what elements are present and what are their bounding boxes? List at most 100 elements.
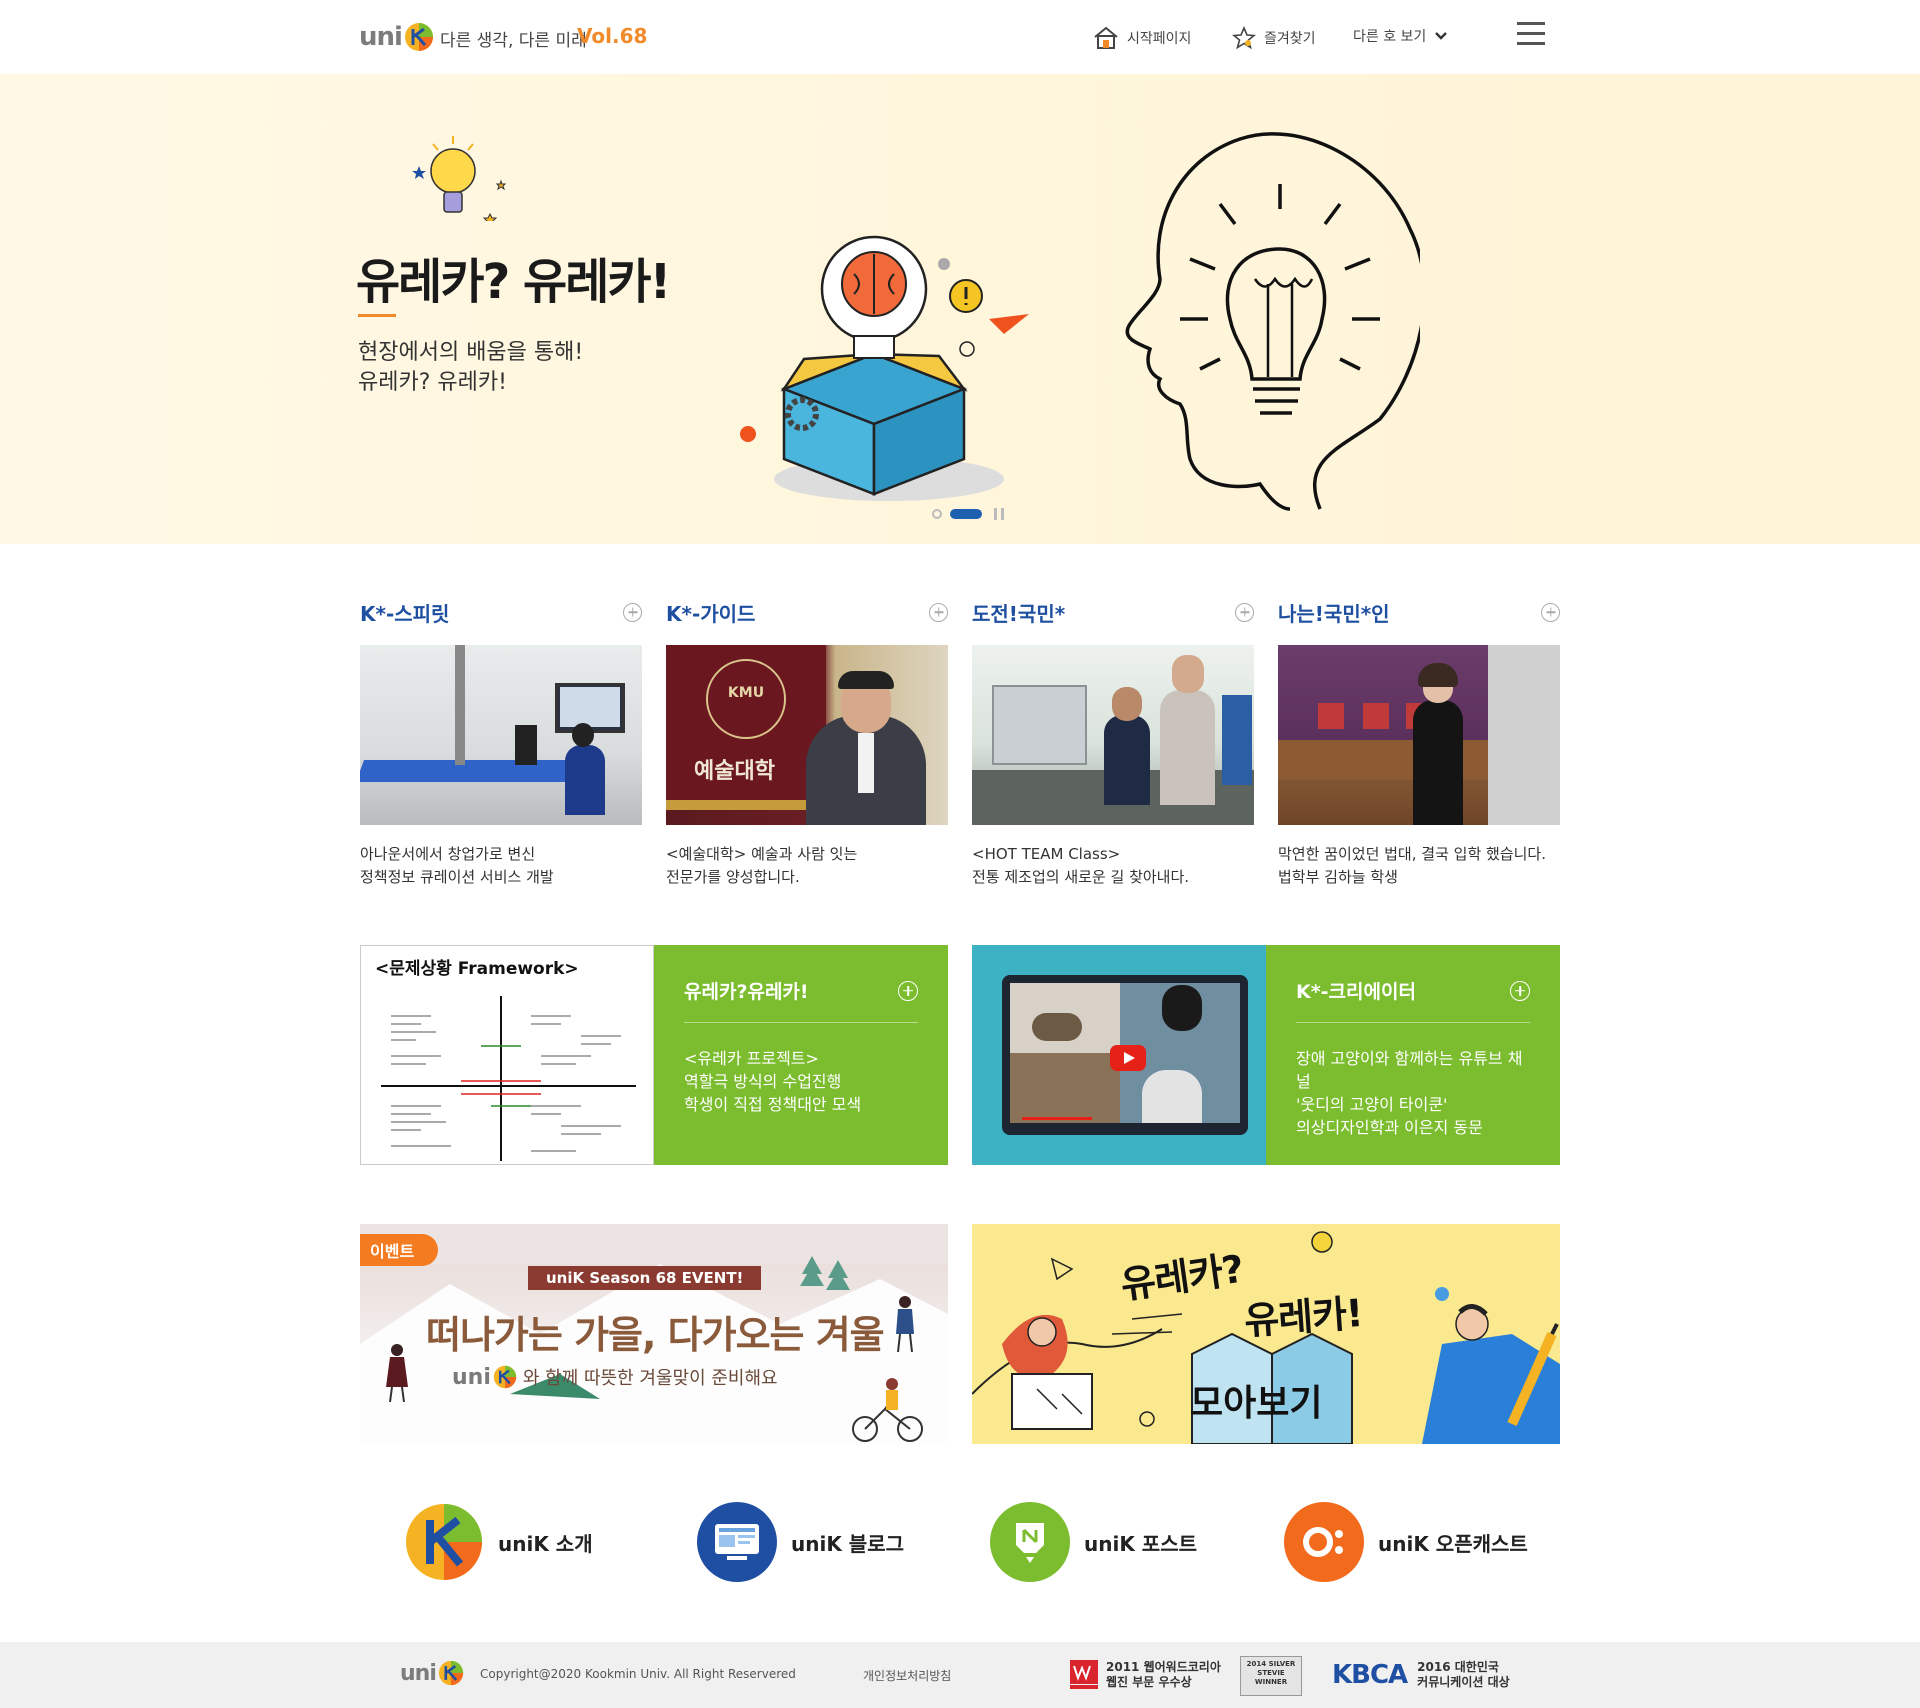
quicklink-label: uniK 오픈캐스트 [1378,1531,1528,1556]
feature-eureka[interactable]: <문제상황 Framework> 유레카?유레카! <유레카 프로젝트> 역할극… [360,945,948,1165]
feature-panel[interactable]: 유레카?유레카! <유레카 프로젝트> 역할극 방식의 수업진행 학생이 직접 … [654,945,948,1165]
naver-post-icon [990,1502,1070,1582]
plus-icon[interactable] [623,602,642,622]
feature-title[interactable]: K*-크리에이터 [1296,977,1416,1004]
hero-subtitle-line1: 현장에서의 배움을 통해! [358,340,584,365]
category-description[interactable]: <HOT TEAM Class> 전통 제조업의 새로운 길 찾아내다. [972,843,1254,889]
carousel-dot-active[interactable] [950,509,982,519]
walking-person-icon [386,1344,408,1402]
favorites-link[interactable]: 즐겨찾기 [1232,26,1316,50]
category-photo-courtroom[interactable] [1278,645,1560,825]
carousel-pause-icon[interactable] [994,508,1004,520]
category-title[interactable]: 나는!국민*인 [1278,598,1390,627]
quicklink-label: uniK 소개 [498,1531,593,1556]
event-sub-text: 와 함께 따뜻한 겨울맞이 준비해요 [522,1368,778,1389]
category-title[interactable]: 도전!국민* [972,598,1065,627]
plus-icon[interactable] [1235,602,1254,622]
creator-video-image[interactable] [972,945,1266,1165]
category-photo-office[interactable] [360,645,642,825]
category-header: K*-가이드 [666,598,948,627]
event-ribbon: uniK Season 68 EVENT! [528,1266,762,1290]
feature-divider [684,1022,918,1023]
event-sub-logo: uni [452,1364,491,1390]
collection-label: 모아보기 [1190,1383,1323,1424]
category-desc-line1: <예술대학> 예술과 사람 잇는 [666,845,858,863]
plus-icon[interactable] [929,602,948,622]
feature-creator[interactable]: K*-크리에이터 장애 고양이와 함께하는 유튜브 채널 '웃디의 고양이 타이… [972,945,1560,1165]
logo-text: uni [359,22,403,52]
category-title[interactable]: K*-스피릿 [360,598,449,627]
feature-title-row: 유레카?유레카! [684,977,918,1004]
unik-logo[interactable]: uni [359,20,434,54]
feature-description: <유레카 프로젝트> 역할극 방식의 수업진행 학생이 직접 정책대안 모색 [684,1047,918,1116]
category-description[interactable]: 막연한 꿈이었던 법대, 결국 입학 했습니다. 법학부 김하늘 학생 [1278,843,1560,889]
feature-description: 장애 고양이와 함께하는 유튜브 채널 '웃디의 고양이 타이쿤' 의상디자인학… [1296,1047,1530,1139]
category-photo-lab[interactable] [972,645,1254,825]
hero-title-underline [358,314,396,317]
privacy-policy-link[interactable]: 개인정보처리방침 [863,1667,951,1684]
kbca-logo: KBCA [1332,1659,1408,1690]
category-card-person[interactable]: 나는!국민*인 막연한 꿈이었던 법대, 결국 입학 했습니다. 법학부 김하늘… [1278,600,1560,889]
start-page-link[interactable]: 시작페이지 [1093,26,1191,50]
award-stevie: 2014 SILVER STEVIE WINNER [1240,1656,1302,1696]
category-photo-arts-college[interactable]: KMU 예술대학 [666,645,948,825]
feature-title-row: K*-크리에이터 [1296,977,1530,1004]
quicklink-unik-blog[interactable]: uniK 블로그 [697,1502,904,1582]
framework-image[interactable]: <문제상황 Framework> [360,945,654,1165]
quicklink-label: uniK 블로그 [791,1531,904,1556]
lightbulb-stars-icon [412,136,507,221]
k-logo-icon [438,1660,464,1686]
home-icon [1094,26,1118,49]
tagline: 다른 생각, 다른 미래 [440,31,587,51]
award-kbca: KBCA 2016 대한민국 커뮤니케이션 대상 [1332,1660,1510,1690]
quicklink-unik-intro[interactable]: uniK 소개 [404,1502,593,1582]
category-header: 도전!국민* [972,598,1254,627]
hero-banner[interactable]: 유레카? 유레카! 현장에서의 배움을 통해! 유레카? 유레카! [0,74,1920,544]
quicklink-unik-opencast[interactable]: uniK 오픈캐스트 [1284,1502,1528,1582]
feature-desc-line2: '웃디의 고양이 타이쿤' [1296,1095,1448,1114]
feature-desc-line3: 의상디자인학과 이은지 동문 [1296,1118,1483,1137]
award-webaward: 2011 웹어워드코리아 웹진 부문 우수상 [1070,1660,1221,1690]
carousel-dot-1[interactable] [932,509,942,519]
plus-icon[interactable] [898,980,918,1001]
feature-title[interactable]: 유레카?유레카! [684,977,809,1004]
hamburger-menu-icon[interactable] [1517,22,1545,48]
k-logo-icon [493,1365,517,1389]
category-card-challenge[interactable]: 도전!국민* <HOT TEAM Class> 전통 제조업의 새로운 길 찾아… [972,600,1254,889]
category-desc-line2: 정책정보 큐레이션 서비스 개발 [360,868,554,886]
quicklink-unik-post[interactable]: uniK 포스트 [990,1502,1197,1582]
category-card-guide[interactable]: K*-가이드 KMU 예술대학 <예술대학> 예술과 사람 잇는 전문가를 양성… [666,600,948,889]
footer-logo-text: uni [400,1660,437,1686]
framework-diagram [381,996,636,1161]
event-banner[interactable]: 이벤트 uniK Season 68 EVENT! 떠나가는 가을, 다가오는 … [360,1224,948,1444]
feature-divider [1296,1022,1530,1023]
eureka-collection-banner[interactable]: 유레카? 유레카! 모아보기 [972,1224,1560,1444]
plus-icon[interactable] [1541,602,1560,622]
feature-desc-line3: 학생이 직접 정책대안 모색 [684,1095,862,1114]
category-card-spirit[interactable]: K*-스피릿 아나운서에서 창업가로 변신 정책정보 큐레이션 서비스 개발 [360,600,642,889]
cyclist-icon [852,1378,923,1442]
footer-logo[interactable]: uni [400,1660,464,1686]
site-footer: uni Copyright@2020 Kookmin Univ. All Rig… [0,1642,1920,1708]
stevie-badge: 2014 SILVER STEVIE WINNER [1240,1656,1302,1696]
category-title[interactable]: K*-가이드 [666,598,755,627]
category-description[interactable]: <예술대학> 예술과 사람 잇는 전문가를 양성합니다. [666,843,948,889]
feature-panel[interactable]: K*-크리에이터 장애 고양이와 함께하는 유튜브 채널 '웃디의 고양이 타이… [1266,945,1560,1165]
favorites-label: 즐겨찾기 [1264,31,1316,47]
feature-desc-line1: 장애 고양이와 함께하는 유튜브 채널 [1296,1049,1523,1091]
site-header: uni 다른 생각, 다른 미래 Vol.68 시작페이지 즐겨찾기 다른 호 … [0,0,1920,74]
eureka-banner-line2: 유레카! [1242,1290,1364,1344]
category-desc-line1: 막연한 꿈이었던 법대, 결국 입학 했습니다. [1278,845,1546,863]
volume-number: Vol.68 [577,24,648,48]
other-issues-label: 다른 호 보기 [1353,29,1427,45]
award1-line1: 2011 웹어워드코리아 [1106,1660,1221,1674]
event-subtitle-row: uni 와 함께 따뜻한 겨울맞이 준비해요 [452,1364,778,1390]
walking-person-icon [896,1296,914,1353]
plus-icon[interactable] [1510,980,1530,1001]
other-issues-dropdown[interactable]: 다른 호 보기 [1353,26,1448,46]
opencast-icon [1284,1502,1364,1582]
hero-subtitle-line2: 유레카? 유레카! [358,370,507,395]
category-description[interactable]: 아나운서에서 창업가로 변신 정책정보 큐레이션 서비스 개발 [360,843,642,889]
category-desc-line2: 전통 제조업의 새로운 길 찾아내다. [972,868,1190,886]
category-desc-line2: 법학부 김하늘 학생 [1278,868,1398,886]
